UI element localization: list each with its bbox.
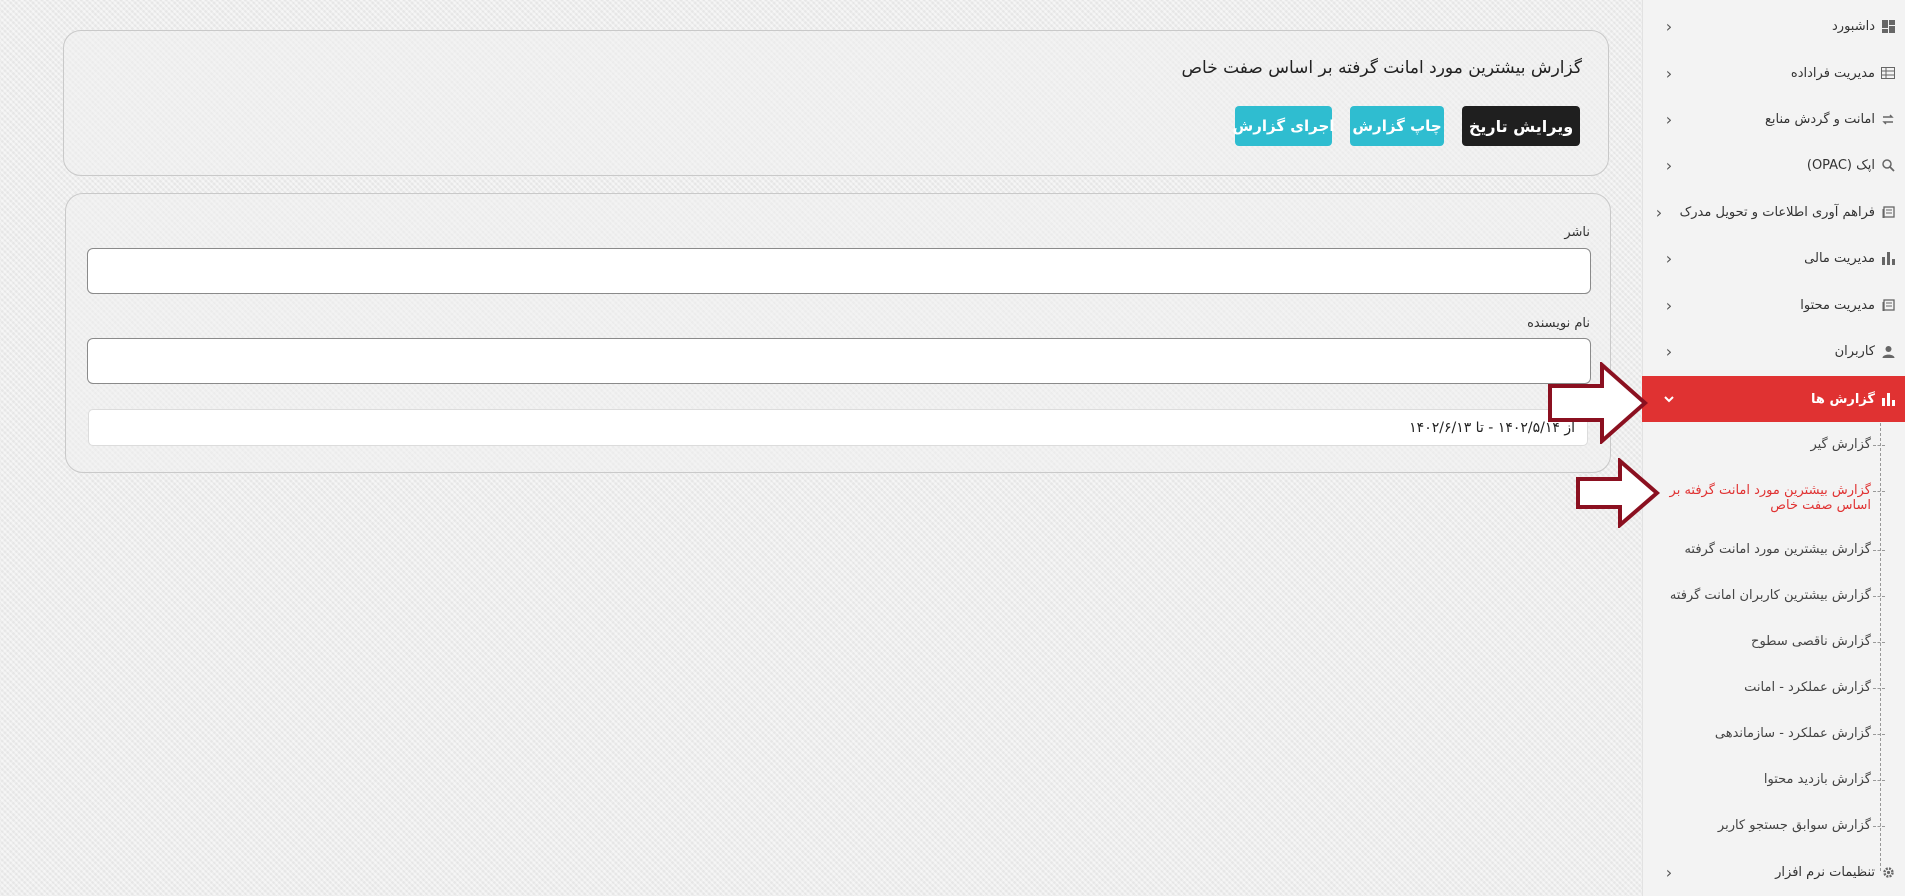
chevron-right-icon: › [1665,341,1673,361]
edit-date-button[interactable]: ویرایش تاریخ [1462,106,1580,146]
report-filter-card: ناشر نام نویسنده از ۱۴۰۲/۵/۱۴ - تا ۱۴۰۲/… [65,193,1611,473]
sidebar-item-label: داشبورد [1832,18,1875,34]
sidebar-item-circulation[interactable]: امانت و گردش منابع › [1642,96,1905,142]
sidebar-item-acquisition[interactable]: فراهم آوری اطلاعات و تحویل مدرک › [1642,189,1905,235]
submenu-item-most-borrowed[interactable]: گزارش بیشترین مورد امانت گرفته [1684,542,1885,557]
book-icon [1881,298,1895,312]
author-name-input[interactable] [87,338,1591,384]
submenu-item-user-search-history[interactable]: گزارش سوابق جستجو کاربر [1718,818,1886,833]
submenu-item-performance-circulation[interactable]: گزارش عملکرد - امانت [1744,680,1885,695]
submenu-item-top-borrowers[interactable]: گزارش بیشترین کاربران امانت گرفته [1670,588,1886,603]
sidebar-item-label: مدیریت محتوا [1800,297,1875,313]
sidebar-item-reports[interactable]: گزارش ها [1642,376,1905,422]
publisher-input[interactable] [87,248,1591,294]
sidebar-item-label: کاربران [1834,343,1875,359]
chevron-down-icon [1664,394,1674,404]
user-icon [1881,344,1895,358]
chevron-right-icon: › [1655,202,1663,222]
book-icon [1881,205,1895,219]
sidebar-item-finance[interactable]: مدیریت مالی › [1642,235,1905,281]
table-icon [1881,66,1895,80]
gear-icon [1881,865,1895,879]
bar-chart-icon [1881,251,1895,265]
chevron-right-icon: › [1665,248,1673,268]
sidebar-item-label: گزارش ها [1811,391,1875,407]
sidebar-item-settings[interactable]: تنظیمات نرم افزار › [1642,849,1905,895]
sidebar-item-label: اپک (OPAC) [1806,157,1875,173]
search-icon [1881,158,1895,172]
sidebar-item-users[interactable]: کاربران › [1642,328,1905,374]
dashboard-icon [1881,19,1895,33]
sidebar-item-label: مدیریت فراداده [1790,65,1875,81]
page-title: گزارش بیشترین مورد امانت گرفته بر اساس ص… [1181,58,1582,78]
submenu-item-report-builder[interactable]: گزارش گیر [1810,437,1885,452]
exchange-icon [1881,112,1895,126]
chevron-right-icon: › [1665,16,1673,36]
chevron-right-icon: › [1665,155,1673,175]
author-name-label: نام نویسنده [1527,316,1590,331]
sidebar-item-label: امانت و گردش منابع [1765,111,1875,127]
date-range-field[interactable]: از ۱۴۰۲/۵/۱۴ - تا ۱۴۰۲/۶/۱۳ [88,409,1588,446]
chevron-right-icon: › [1665,295,1673,315]
chevron-right-icon: › [1665,63,1673,83]
publisher-label: ناشر [1564,225,1590,240]
report-header-card: گزارش بیشترین مورد امانت گرفته بر اساس ص… [63,30,1609,176]
submenu-item-content-visits[interactable]: گزارش بازدید محتوا [1764,772,1886,787]
sidebar-item-dashboard[interactable]: داشبورد › [1642,3,1905,49]
sidebar-item-opac[interactable]: اپک (OPAC) › [1642,142,1905,188]
chevron-right-icon: › [1665,862,1673,882]
submenu-item-performance-organization[interactable]: گزارش عملکرد - سازماندهی [1715,726,1886,741]
bar-chart-icon [1881,392,1895,406]
submenu-item-most-borrowed-by-attribute[interactable]: گزارش بیشترین مورد امانت گرفته بر اساس ص… [1661,483,1885,513]
sidebar-item-label: مدیریت مالی [1804,250,1875,266]
chevron-right-icon: › [1665,109,1673,129]
sidebar-item-label: فراهم آوری اطلاعات و تحویل مدرک [1679,204,1875,220]
sidebar-item-metadata[interactable]: مدیریت فراداده › [1642,50,1905,96]
print-report-button[interactable]: چاپ گزارش [1350,106,1444,146]
submenu-item-incomplete-levels[interactable]: گزارش ناقصی سطوح [1751,634,1885,649]
sidebar-item-label: تنظیمات نرم افزار [1775,864,1875,880]
run-report-button[interactable]: اجرای گزارش [1233,106,1334,146]
sidebar-item-content[interactable]: مدیریت محتوا › [1642,282,1905,328]
